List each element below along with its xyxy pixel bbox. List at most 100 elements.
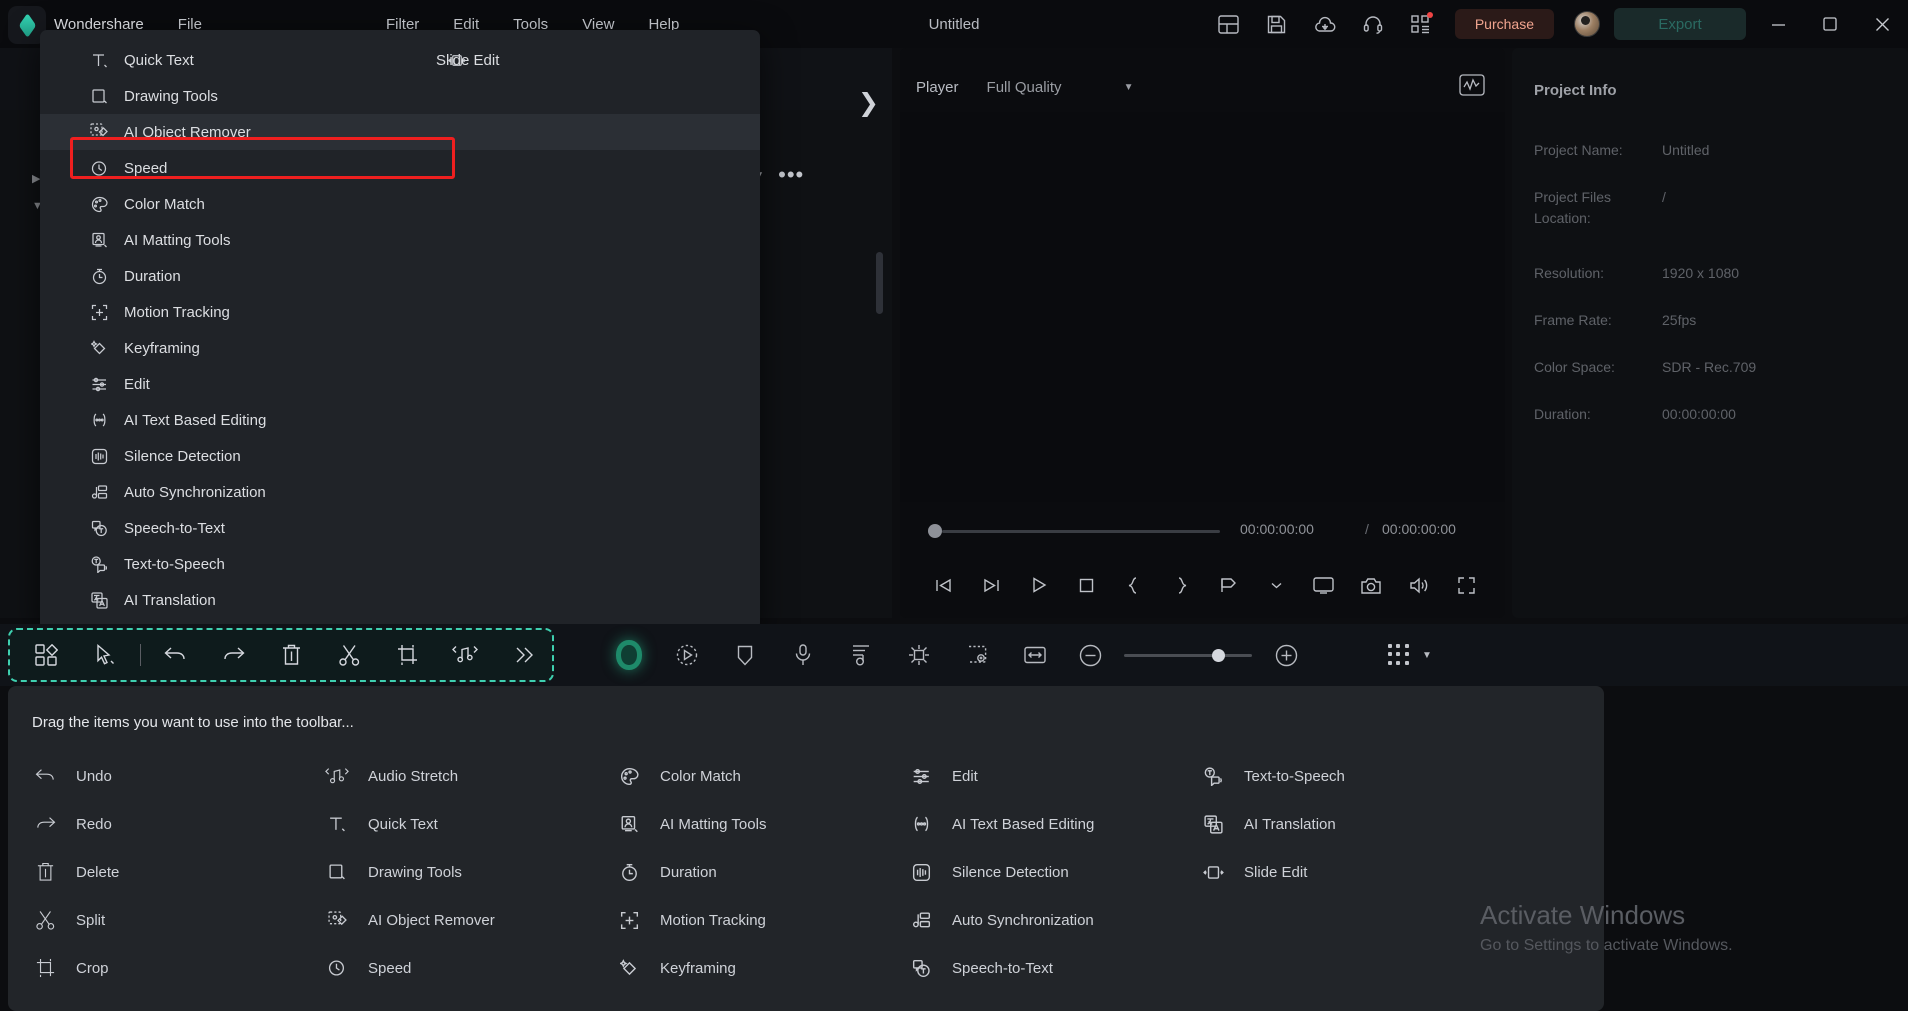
customization-item-speech-to-text[interactable]: Speech-to-Text [908, 944, 1200, 992]
close-button[interactable] [1856, 0, 1908, 48]
menu-item-ai-translation[interactable]: AI Translation [40, 582, 760, 618]
customization-item-undo[interactable]: Undo [32, 752, 324, 800]
player-preview-stage[interactable] [900, 112, 1505, 502]
mark-in-button[interactable] [1110, 568, 1158, 602]
zoom-slider[interactable] [1124, 648, 1252, 662]
menu-item-silence-detection[interactable]: Silence Detection [40, 438, 760, 474]
grid-dots-icon[interactable] [1388, 644, 1410, 666]
customization-item-crop[interactable]: Crop [32, 944, 324, 992]
toolbar-drop-zone[interactable] [8, 628, 554, 682]
menu-item-auto-synchronization[interactable]: Auto Synchronization [40, 474, 760, 510]
voiceover-mic-icon[interactable] [774, 630, 832, 680]
menu-item-keyframing[interactable]: Keyframing [40, 330, 760, 366]
customization-item-slide-edit[interactable]: Slide Edit [1200, 848, 1492, 896]
redo-icon[interactable] [205, 630, 263, 680]
customization-item-ai-text-based-editing[interactable]: AI Text Based Editing [908, 800, 1200, 848]
marker-dropdown-caret[interactable] [1253, 568, 1301, 602]
customization-item-delete[interactable]: Delete [32, 848, 324, 896]
prev-frame-button[interactable] [920, 568, 968, 602]
apps-grid-icon[interactable] [18, 630, 76, 680]
info-key: Project Files Location: [1534, 189, 1612, 226]
menu-item-speed[interactable]: Speed [40, 150, 760, 186]
watermark-subtitle: Go to Settings to activate Windows. [1480, 937, 1733, 954]
chevron-double-right-icon[interactable] [494, 630, 552, 680]
customization-item-auto-synchronization[interactable]: Auto Synchronization [908, 896, 1200, 944]
zoom-out-button[interactable] [1064, 630, 1116, 680]
crop-icon[interactable] [378, 630, 436, 680]
customization-item-duration[interactable]: Duration [616, 848, 908, 896]
customization-item-audio-stretch[interactable]: Audio Stretch [324, 752, 616, 800]
next-frame-button[interactable] [968, 568, 1016, 602]
zoom-in-button[interactable] [1260, 630, 1312, 680]
menu-item-speech-to-text[interactable]: Speech-to-Text [40, 510, 760, 546]
customization-item-text-to-speech[interactable]: Text-to-Speech [1200, 752, 1492, 800]
menu-item-ai-object-remover[interactable]: AI Object Remover [40, 114, 760, 150]
menu-item-motion-tracking[interactable]: Motion Tracking [40, 294, 760, 330]
media-scrollbar-thumb[interactable] [876, 252, 883, 314]
delete-icon[interactable] [263, 630, 321, 680]
expand-button[interactable] [1443, 568, 1491, 602]
maximize-button[interactable] [1804, 0, 1856, 48]
audio-mixer-icon[interactable] [832, 630, 890, 680]
customization-item-keyframing[interactable]: Keyframing [616, 944, 908, 992]
menu-item-edit[interactable]: Edit [40, 366, 760, 402]
menu-item-color-match[interactable]: Color Match [40, 186, 760, 222]
play-button[interactable] [1015, 568, 1063, 602]
ai-translation-icon [90, 591, 108, 609]
scrubber-handle[interactable] [928, 524, 942, 538]
flash-effect-icon[interactable] [890, 630, 948, 680]
minimize-button[interactable] [1752, 0, 1804, 48]
customization-item-ai-translation[interactable]: AI Translation [1200, 800, 1492, 848]
menu-item-slide-edit[interactable]: Slide Edit [400, 42, 499, 78]
marker-icon[interactable] [716, 630, 774, 680]
customization-item-silence-detection[interactable]: Silence Detection [908, 848, 1200, 896]
avatar[interactable] [1574, 11, 1600, 37]
tools-dropdown-menu: Quick Text Drawing Tools AI Object Remov… [40, 30, 760, 630]
audio-waveform-icon[interactable] [1459, 74, 1489, 100]
color-ball-icon[interactable] [600, 630, 658, 680]
menu-item-ai-text-based-editing[interactable]: AI Text Based Editing [40, 402, 760, 438]
customization-item-ai-object-remover[interactable]: AI Object Remover [324, 896, 616, 944]
render-preview-icon[interactable] [658, 630, 716, 680]
customization-item-edit[interactable]: Edit [908, 752, 1200, 800]
layout-icon[interactable] [1205, 0, 1253, 48]
customization-item-label: Speed [368, 959, 412, 977]
scrubber-track [942, 530, 1220, 533]
customization-item-split[interactable]: Split [32, 896, 324, 944]
audio-stretch-icon[interactable] [436, 630, 494, 680]
menu-item-duration[interactable]: Duration [40, 258, 760, 294]
volume-button[interactable] [1395, 568, 1443, 602]
stop-button[interactable] [1063, 568, 1111, 602]
menu-item-drawing-tools[interactable]: Drawing Tools [40, 78, 760, 114]
customization-item-drawing-tools[interactable]: Drawing Tools [324, 848, 616, 896]
zoom-slider-handle[interactable] [1212, 648, 1225, 662]
split-scissors-icon[interactable] [320, 630, 378, 680]
chevron-right-icon[interactable]: ❯ [858, 88, 879, 118]
chevron-down-icon[interactable]: ▼ [1422, 650, 1432, 661]
quality-dropdown[interactable]: Full Quality ▼ [987, 79, 1134, 96]
player-scrubber[interactable] [928, 524, 1220, 538]
cloud-upload-icon[interactable] [1301, 0, 1349, 48]
fit-timeline-icon[interactable] [1006, 630, 1064, 680]
export-button[interactable]: Export [1614, 8, 1746, 40]
customization-item-speed[interactable]: Speed [324, 944, 616, 992]
cursor-select-icon[interactable] [76, 630, 134, 680]
green-screen-icon[interactable] [948, 630, 1006, 680]
headset-support-icon[interactable] [1349, 0, 1397, 48]
menu-item-text-to-speech[interactable]: Text-to-Speech [40, 546, 760, 582]
mark-out-button[interactable] [1158, 568, 1206, 602]
customization-item-color-match[interactable]: Color Match [616, 752, 908, 800]
customization-item-redo[interactable]: Redo [32, 800, 324, 848]
save-icon[interactable] [1253, 0, 1301, 48]
apps-grid-icon[interactable] [1397, 0, 1445, 48]
undo-icon[interactable] [147, 630, 205, 680]
customization-item-ai-matting-tools[interactable]: AI Matting Tools [616, 800, 908, 848]
media-more-button[interactable]: ••• [778, 162, 804, 188]
purchase-button[interactable]: Purchase [1454, 9, 1554, 39]
monitor-button[interactable] [1300, 568, 1348, 602]
menu-item-ai-matting-tools[interactable]: AI Matting Tools [40, 222, 760, 258]
marker-button[interactable] [1205, 568, 1253, 602]
snapshot-button[interactable] [1348, 568, 1396, 602]
customization-item-quick-text[interactable]: Quick Text [324, 800, 616, 848]
customization-item-motion-tracking[interactable]: Motion Tracking [616, 896, 908, 944]
